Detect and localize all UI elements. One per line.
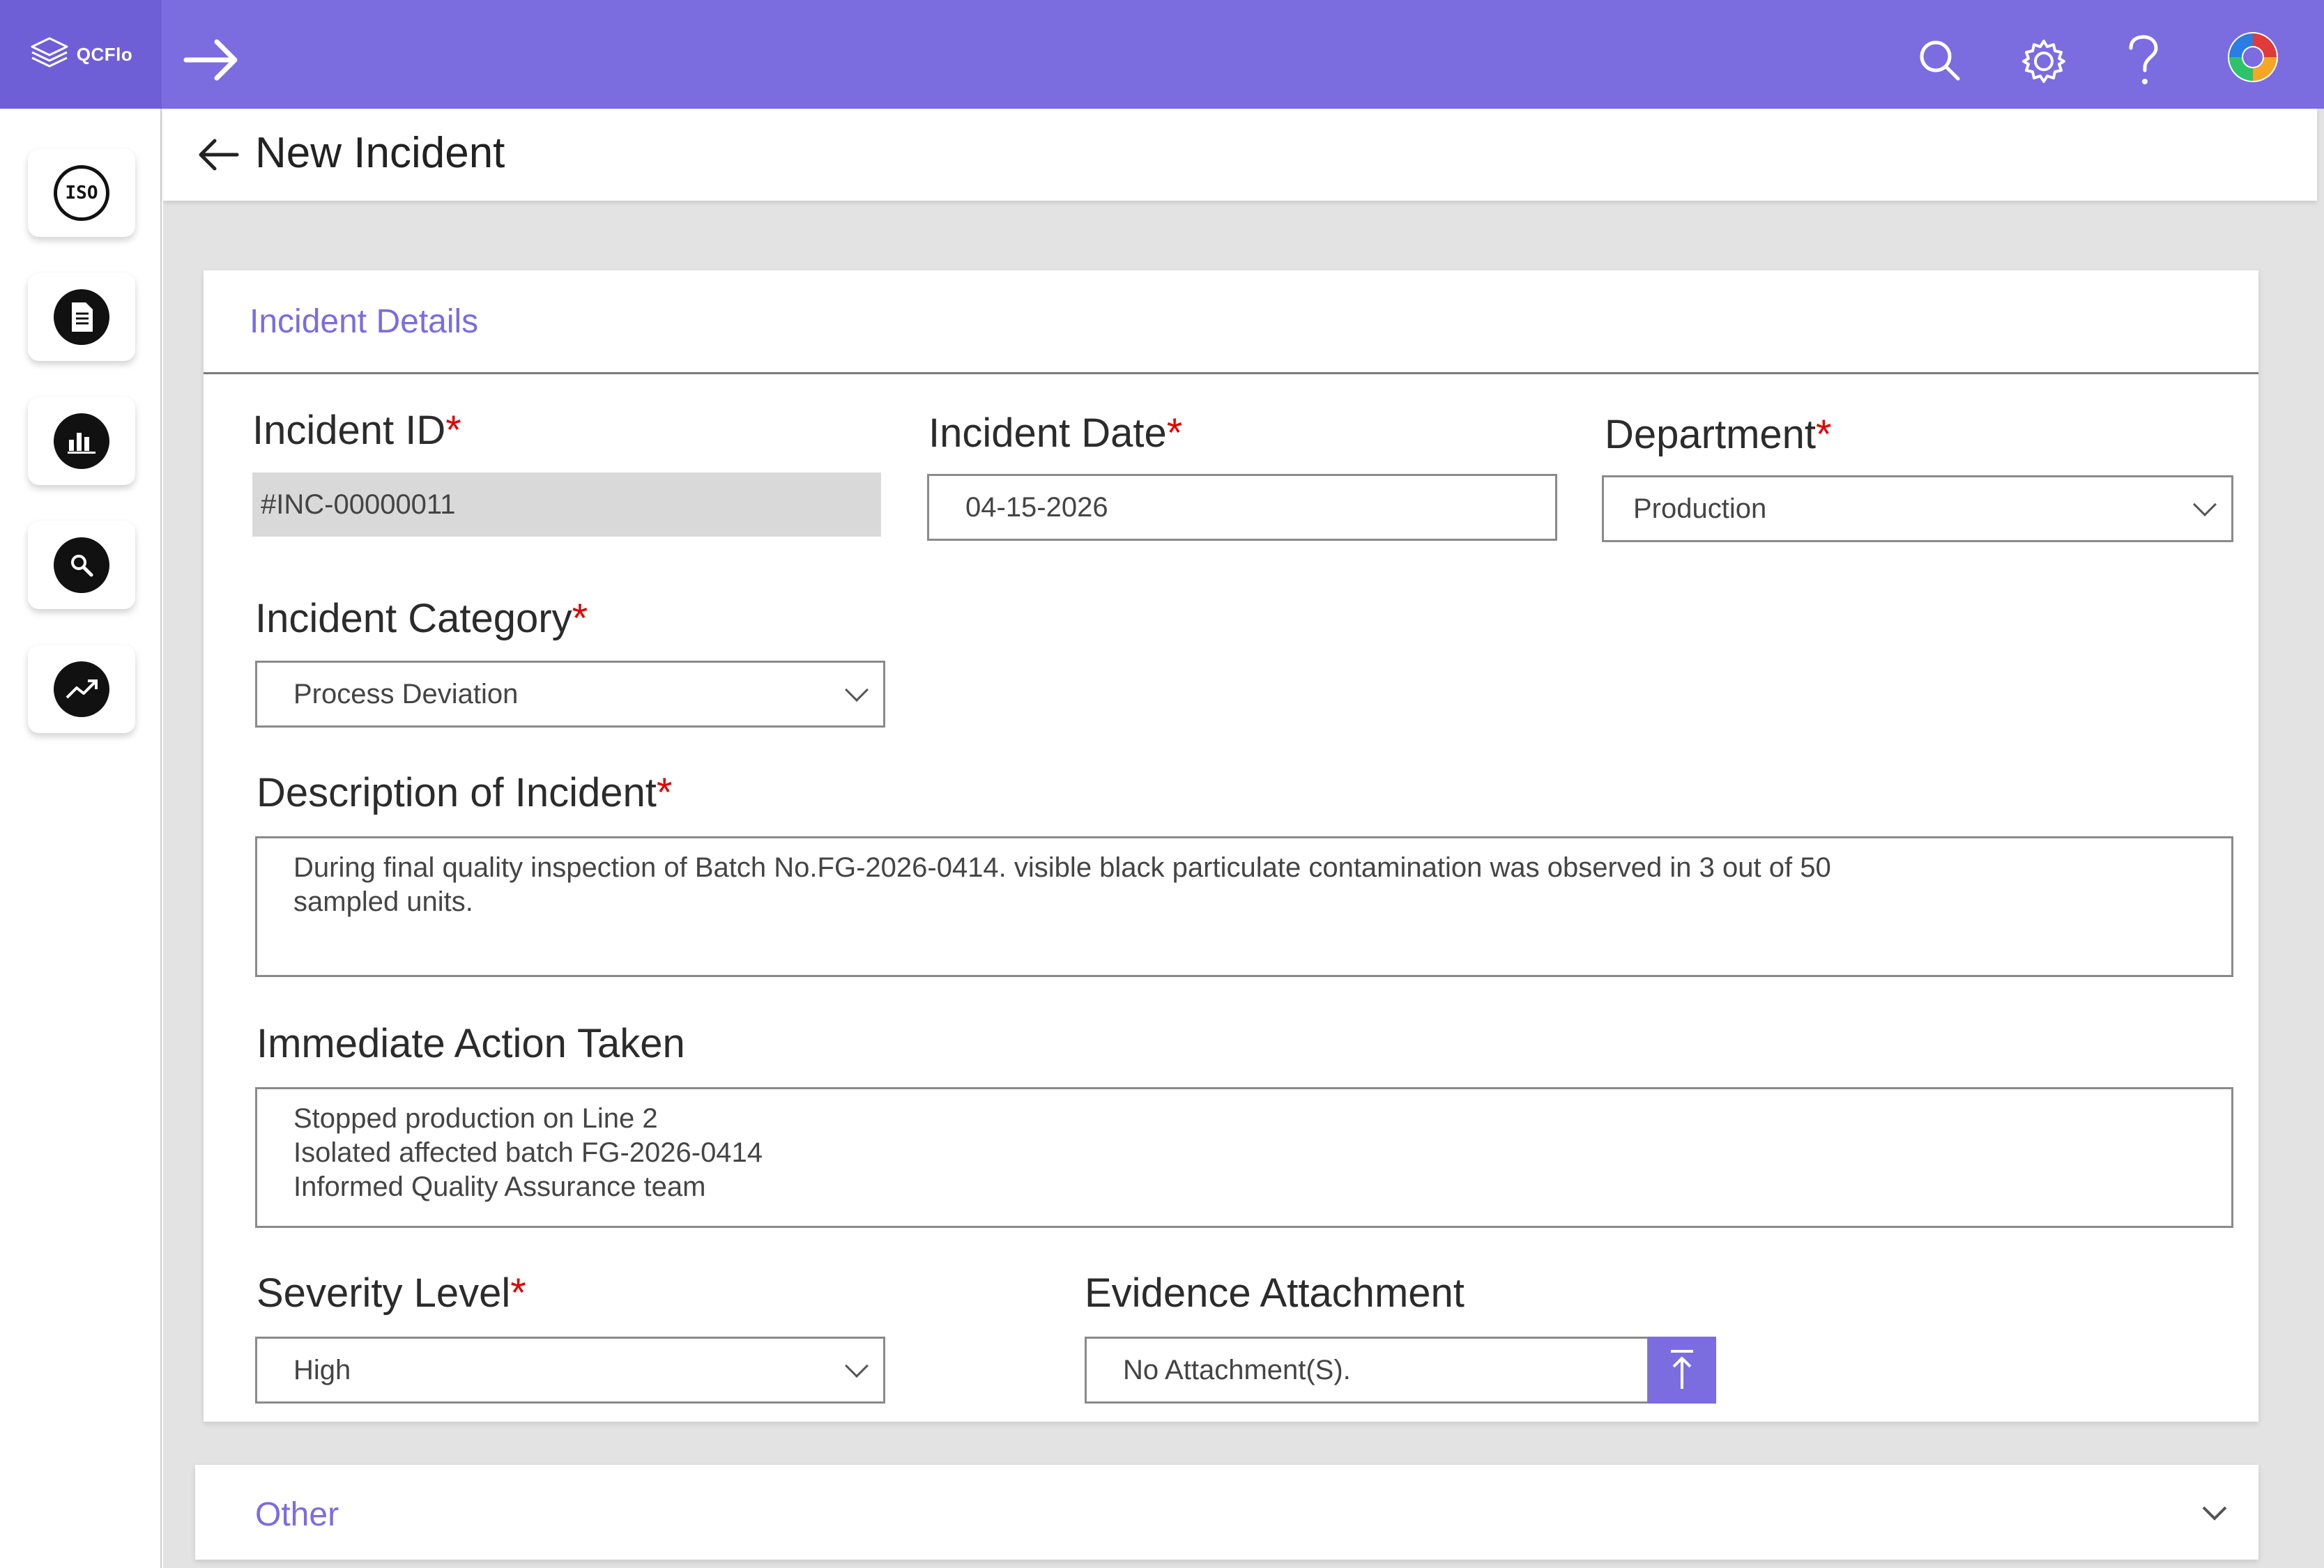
description-textarea[interactable]: During final quality inspection of Batch… <box>255 836 2233 977</box>
trend-up-icon <box>54 661 109 717</box>
department-label-text: Department <box>1605 412 1817 457</box>
app-logo[interactable]: QCFlo <box>0 0 162 109</box>
description-label-text: Description of Incident <box>257 770 657 815</box>
required-mark: * <box>510 1270 526 1316</box>
avatar[interactable] <box>2224 28 2282 86</box>
incident-category-value: Process Deviation <box>293 678 519 709</box>
department-select[interactable]: Production <box>1602 475 2233 542</box>
section-divider <box>204 372 2258 374</box>
immediate-action-label: Immediate Action Taken <box>257 1020 685 1067</box>
evidence-label-text: Evidence Attachment <box>1085 1270 1465 1316</box>
incident-date-value: 04-15-2026 <box>965 491 1108 523</box>
immediate-action-label-text: Immediate Action Taken <box>257 1021 685 1066</box>
search-icon[interactable] <box>1914 35 1964 85</box>
sidebar-item-documents[interactable] <box>28 273 135 361</box>
action-line: Informed Quality Assurance team <box>293 1171 706 1202</box>
document-icon <box>54 289 109 345</box>
description-line: sampled units. <box>293 886 473 917</box>
incident-date-label: Incident Date* <box>928 410 1182 456</box>
incident-date-field[interactable]: 04-15-2026 <box>927 474 1557 541</box>
evidence-value: No Attachment(S). <box>1123 1354 1351 1385</box>
incident-id-value: #INC-00000011 <box>261 489 456 520</box>
incident-id-label-text: Incident ID <box>252 408 446 453</box>
iso-icon-text: ISO <box>65 183 98 203</box>
sidebar-item-search[interactable] <box>28 521 135 609</box>
description-line: During final quality inspection of Batch… <box>293 852 1831 883</box>
chevron-down-icon[interactable] <box>2197 1500 2232 1528</box>
incident-date-label-text: Incident Date <box>928 410 1167 456</box>
arrow-right-icon[interactable] <box>180 32 243 88</box>
description-label: Description of Incident* <box>257 769 672 816</box>
other-section-title: Other <box>255 1496 339 1533</box>
help-icon[interactable] <box>2119 31 2168 91</box>
back-arrow-icon[interactable] <box>194 134 243 176</box>
gear-icon[interactable] <box>2016 33 2072 89</box>
bar-chart-icon <box>54 413 109 469</box>
severity-label-text: Severity Level <box>257 1270 511 1316</box>
iso-icon: ISO <box>54 165 109 221</box>
upload-button[interactable] <box>1648 1337 1716 1404</box>
layers-icon <box>29 36 70 74</box>
chevron-down-icon <box>845 1354 869 1378</box>
sidebar-item-trends[interactable] <box>28 645 135 733</box>
evidence-label: Evidence Attachment <box>1085 1270 1465 1316</box>
chevron-down-icon <box>2193 493 2217 516</box>
upload-icon <box>1671 1350 1693 1389</box>
sidebar-item-reports[interactable] <box>28 397 135 485</box>
incident-category-select[interactable]: Process Deviation <box>255 661 885 728</box>
evidence-field[interactable]: No Attachment(S). <box>1085 1337 1649 1404</box>
incident-category-label-text: Incident Category <box>255 596 572 641</box>
action-line: Isolated affected batch FG-2026-0414 <box>293 1137 763 1168</box>
incident-id-field: #INC-00000011 <box>252 472 881 537</box>
required-mark: * <box>572 596 588 641</box>
severity-select[interactable]: High <box>255 1337 885 1404</box>
top-bar <box>0 0 2324 109</box>
section-title: Incident Details <box>250 303 479 340</box>
department-label: Department* <box>1605 411 1832 458</box>
sidebar-item-iso[interactable]: ISO <box>28 149 135 237</box>
required-mark: * <box>1166 410 1183 456</box>
chevron-down-icon <box>845 678 869 702</box>
required-mark: * <box>656 770 673 815</box>
page-title: New Incident <box>255 129 505 177</box>
incident-category-label: Incident Category* <box>255 595 588 642</box>
required-mark: * <box>445 408 461 453</box>
action-line: Stopped production on Line 2 <box>293 1103 658 1134</box>
department-value: Production <box>1633 493 1767 524</box>
logo-text: QCFlo <box>76 43 133 65</box>
search-icon <box>54 537 109 593</box>
required-mark: * <box>1816 412 1832 457</box>
severity-value: High <box>293 1354 351 1385</box>
immediate-action-textarea[interactable]: Stopped production on Line 2 Isolated af… <box>255 1087 2233 1228</box>
severity-label: Severity Level* <box>257 1270 526 1316</box>
incident-id-label: Incident ID* <box>252 407 461 454</box>
other-section-card[interactable] <box>195 1465 2258 1560</box>
